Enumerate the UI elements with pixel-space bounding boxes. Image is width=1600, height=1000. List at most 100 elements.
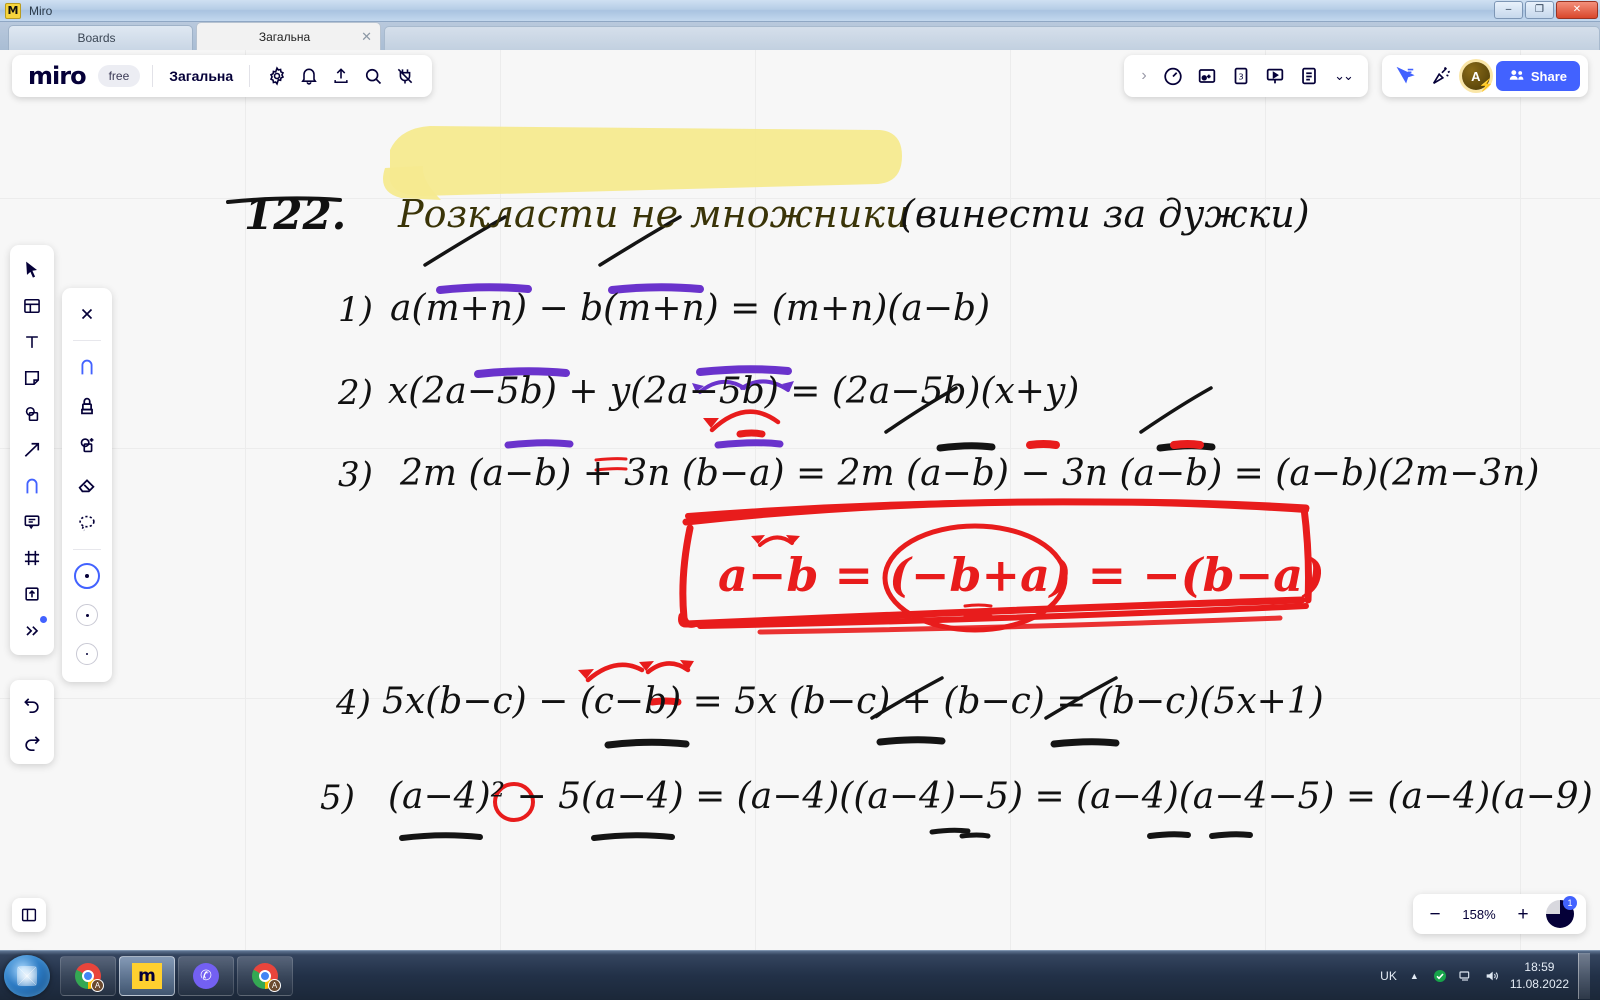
more-chevrons-icon[interactable]: ⌄⌄ [1328,61,1358,91]
zoom-in-button[interactable]: + [1513,905,1533,924]
celebrate-icon[interactable] [1426,61,1456,91]
timer-icon[interactable] [1158,61,1188,91]
miro-feature-toolbar: › 3 ⌄⌄ [1124,55,1368,97]
minimize-button[interactable]: – [1494,1,1523,19]
board-name[interactable]: Загальна [165,68,237,84]
svg-text:3: 3 [1238,72,1243,82]
miro-logo[interactable]: miro [24,62,90,90]
taskbar-apps: A m ✆ A [60,955,293,996]
bell-icon[interactable] [294,61,324,91]
close-icon[interactable] [70,298,104,330]
line-2-text: x(2a−5b) + y(2a−5b) = (2a−5b)(x+y) [388,371,1080,412]
left-tool-palette [10,245,54,655]
tab-boards[interactable]: Boards [8,25,193,50]
system-tray: UK ▲ 18:59 11.08.2022 [1380,952,1600,999]
show-hidden-icons-icon[interactable]: ▲ [1406,967,1423,984]
frame-note-icon[interactable] [1192,61,1222,91]
maximize-button[interactable]: ❐ [1525,1,1554,19]
left-panel-toggle[interactable] [12,898,46,932]
language-indicator[interactable]: UK [1380,969,1397,983]
miro-actions-toolbar: A ⚡ Share [1381,55,1588,97]
share-button[interactable]: Share [1495,61,1580,91]
chevron-right-icon[interactable]: › [1134,61,1154,91]
tab-zagalna[interactable]: Загальна ✕ [196,22,381,50]
help-button[interactable]: 1 [1546,896,1577,928]
red-box-formula: a−b = (−b+a) = −(b−a) [718,548,1325,602]
antivirus-shield-icon[interactable] [1432,967,1449,984]
document-icon[interactable] [1294,61,1324,91]
sticky-note-icon[interactable] [15,361,49,395]
chrome-icon: A [252,962,281,992]
volume-icon[interactable] [1484,967,1501,984]
windows-taskbar: A m ✆ A UK ▲ 18:59 11.08.2022 [0,950,1600,1000]
search-icon[interactable] [358,61,388,91]
share-label: Share [1530,68,1567,84]
zoom-control: − 158% + 1 [1413,894,1586,934]
comment-icon[interactable] [15,505,49,539]
tab-strip: Boards Загальна ✕ [0,22,1600,50]
line-5-number: 5) [320,778,355,818]
undo-redo-palette [10,680,54,764]
cursor-chat-icon[interactable] [1390,61,1420,91]
tab-zagalna-label: Загальна [258,29,311,44]
help-badge: 1 [1563,896,1577,910]
pen-tool-icon[interactable] [70,351,104,383]
people-icon [1509,68,1525,85]
line-4-text: 5x(b−c) − (c−b) = 5x (b−c) + (b−c) = (b−… [382,681,1324,722]
upload-icon[interactable] [326,61,356,91]
line-1-text: a(m+n) − b(m+n) = (m+n)(a−b) [390,288,991,329]
screen-root: M Miro – ❐ ✕ Boards Загальна ✕ 122. Розк… [0,0,1600,1000]
clock-time: 18:59 [1524,960,1555,975]
upload-box-icon[interactable] [15,577,49,611]
show-desktop-button[interactable] [1578,952,1590,999]
avatar[interactable]: A ⚡ [1461,62,1494,92]
eraser-tool-icon[interactable] [70,468,104,500]
arrow-connector-icon[interactable] [15,433,49,467]
close-icon[interactable]: ✕ [361,29,372,45]
pen-submenu [62,288,112,682]
smart-draw-icon[interactable] [70,429,104,461]
taskbar-chrome-1[interactable]: A [60,955,116,996]
network-icon[interactable] [1458,967,1475,984]
lasso-select-icon[interactable] [70,507,104,539]
stroke-size-small[interactable] [70,638,104,670]
window-titlebar: M Miro – ❐ ✕ [0,0,1600,22]
frame-icon[interactable] [15,541,49,575]
apps-plug-icon[interactable] [390,61,420,91]
redo-icon[interactable] [15,724,49,758]
zoom-level[interactable]: 158% [1458,907,1500,922]
gear-icon[interactable] [262,61,292,91]
line-2-number: 2) [338,373,373,413]
more-tools-icon[interactable] [15,613,49,647]
undo-icon[interactable] [15,686,49,720]
close-button[interactable]: ✕ [1556,1,1598,19]
line-3-text: 2m (a−b) + 3n (b−a) = 2m (a−b) − 3n (a−b… [400,453,1540,494]
miro-app-icon: M [5,2,21,19]
tab-boards-label: Boards [77,31,116,45]
chrome-icon: A [75,962,104,992]
presentation-icon[interactable] [1260,61,1290,91]
pen-icon[interactable] [15,469,49,503]
stroke-size-medium[interactable] [70,599,104,631]
taskbar-chrome-2[interactable]: A [237,955,293,996]
zoom-out-button[interactable]: − [1425,905,1445,924]
text-icon[interactable] [15,325,49,359]
shapes-icon[interactable] [15,397,49,431]
plan-badge[interactable]: free [97,65,141,87]
select-cursor-icon[interactable] [15,253,49,287]
stroke-size-large[interactable] [70,560,104,592]
clock[interactable]: 18:59 11.08.2022 [1510,959,1569,991]
viber-icon: ✆ [193,962,219,989]
divider [152,65,154,87]
taskbar-viber[interactable]: ✆ [178,955,234,996]
miro-canvas[interactable]: 122. Розкласти не множники (винести за д… [0,50,1600,950]
start-button[interactable] [4,954,50,997]
window-title: Miro [29,3,53,18]
window-buttons: – ❐ ✕ [1494,1,1598,19]
vote-card-icon[interactable]: 3 [1226,61,1256,91]
taskbar-miro[interactable]: m [119,955,175,996]
miro-main-toolbar: miro free Загальна [12,55,433,97]
marker-tool-icon[interactable] [70,390,104,422]
miro-icon: m [132,962,162,989]
templates-icon[interactable] [15,289,49,323]
